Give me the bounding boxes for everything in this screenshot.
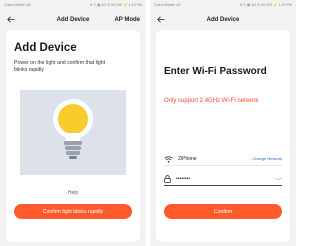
enter-wifi-screen: China Mobile 4G N ⚲ ▦ 4G ✆ 54 000 ⚡ 1:19… [150,0,296,246]
page-title: Add Device [206,16,240,23]
change-network-link[interactable]: Change Network [252,156,282,161]
wifi-icon [164,150,173,168]
ap-mode-button[interactable]: AP Mode [114,17,140,23]
app-header: Add Device AP Mode [0,9,146,30]
status-carrier: China Mobile 4G [4,2,31,7]
status-bar: China Mobile 4G N ⚲ ▦ 4G ✆ 54 000 ⚡ 1:19… [0,0,146,9]
password-row [164,172,282,186]
content-card: Enter Wi-Fi Password Only support 2.4GHz… [156,30,290,242]
password-field[interactable] [176,173,274,184]
status-bar: China Mobile 4G N ⚲ ▦ 4G ✆ 54 000 ⚡ 1:19… [150,0,296,9]
wifi-network-row: ZiPhone Change Network [164,152,282,166]
frequency-warning: Only support 2.4GHz Wi-Fi network [164,98,259,104]
add-device-screen: China Mobile 4G N ⚲ ▦ 4G ✆ 54 000 ⚡ 1:19… [0,0,146,246]
lock-icon [164,170,171,188]
status-carrier: China Mobile 4G [154,2,181,7]
status-indicators: N ⚲ ▦ 4G ✆ 54 000 ⚡ 1:19 PM [89,2,142,7]
wifi-ssid: ZiPhone [178,155,197,162]
app-header: Add Device [150,9,296,30]
status-indicators: N ⚲ ▦ 4G ✆ 54 000 ⚡ 1:19 PM [239,2,292,7]
confirm-blink-button[interactable]: Confirm light blinks rapidly [14,204,132,219]
card-title: Add Device [14,42,77,54]
eye-hidden-icon[interactable] [274,176,282,182]
instruction-text: Power on the light and confirm that ligh… [14,60,106,73]
confirm-button[interactable]: Confirm [164,204,282,219]
help-link[interactable]: Help [6,190,140,196]
light-bulb-icon [51,97,95,168]
content-card: Add Device Power on the light and confir… [6,30,140,242]
illustration-panel [20,90,126,175]
card-title: Enter Wi-Fi Password [164,66,267,77]
